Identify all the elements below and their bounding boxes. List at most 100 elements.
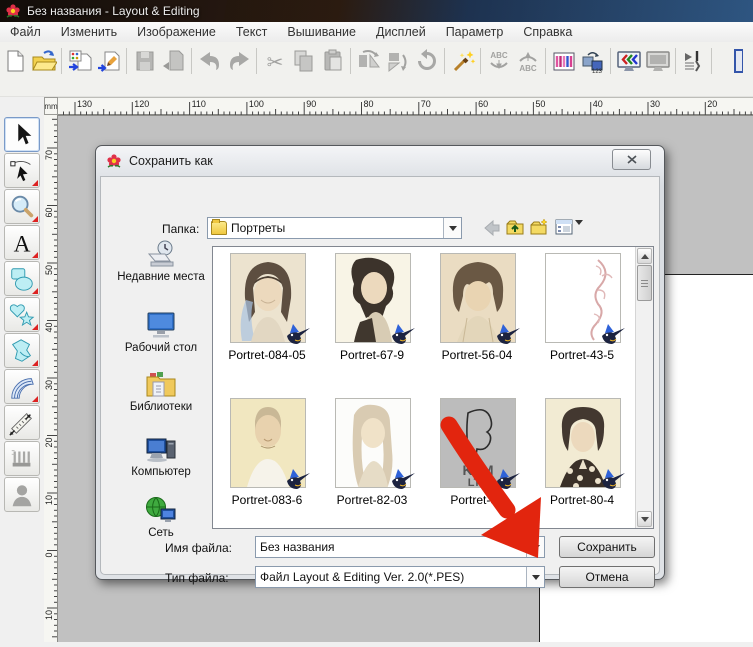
menu-item-вышивание[interactable]: Вышивание xyxy=(277,22,366,42)
import-image-icon[interactable] xyxy=(94,46,123,76)
menu-item-файл[interactable]: Файл xyxy=(0,22,51,42)
svg-text:ABC: ABC xyxy=(519,64,537,73)
file-list-scrollbar[interactable] xyxy=(635,247,653,528)
menu-item-текст[interactable]: Текст xyxy=(226,22,277,42)
toolbar-separator xyxy=(542,46,549,76)
file-thumbnail[interactable] xyxy=(440,253,516,343)
svg-text:60: 60 xyxy=(478,99,488,109)
fan-shape-tool[interactable] xyxy=(4,369,40,404)
embroidery-file-icon xyxy=(285,322,311,346)
up-one-level-icon[interactable] xyxy=(505,217,525,237)
new-folder-icon[interactable] xyxy=(529,217,549,237)
toolbar-separator xyxy=(607,46,614,76)
folder-combobox[interactable]: Портреты xyxy=(207,217,462,239)
basic-shapes-tool[interactable] xyxy=(4,261,40,296)
embroidery-file-icon xyxy=(390,467,416,491)
place-3[interactable]: Библиотеки xyxy=(113,369,209,413)
save-button[interactable]: Сохранить xyxy=(559,536,655,558)
menu-item-изображение[interactable]: Изображение xyxy=(127,22,226,42)
menu-item-изменить[interactable]: Изменить xyxy=(51,22,127,42)
folder-combobox-dropdown[interactable] xyxy=(443,218,461,238)
file-thumbnail[interactable] xyxy=(335,253,411,343)
horizontal-ruler: 1301201101009080706050403020 xyxy=(58,97,753,115)
embroidery-file-icon xyxy=(600,322,626,346)
flyout-indicator xyxy=(32,396,38,402)
realistic-preview-icon[interactable] xyxy=(614,46,643,76)
filetype-dropdown[interactable] xyxy=(526,567,544,587)
svg-text:130: 130 xyxy=(77,99,92,109)
scroll-up-button[interactable] xyxy=(637,248,652,264)
menu-item-справка[interactable]: Справка xyxy=(513,22,582,42)
magic-wand-icon[interactable] xyxy=(448,46,477,76)
toolbar-separator xyxy=(672,46,679,76)
clipped-icon[interactable] xyxy=(715,46,744,76)
file-name-label: Portret-82-03 xyxy=(320,493,424,507)
file-name-label: Portret-67-9 xyxy=(320,348,424,362)
view-menu-icon[interactable] xyxy=(554,217,574,237)
import-design-icon[interactable] xyxy=(65,46,94,76)
measure-tool[interactable] xyxy=(4,405,40,440)
embroidery-file-icon xyxy=(600,467,626,491)
scroll-thumb[interactable] xyxy=(637,265,652,301)
file-thumbnail[interactable]: KEMLTD xyxy=(440,398,516,488)
filename-combobox[interactable]: Без названия xyxy=(255,536,545,558)
place-label: Рабочий стол xyxy=(113,342,209,354)
place-5[interactable]: Сеть xyxy=(113,495,209,539)
svg-text:80: 80 xyxy=(364,99,374,109)
vertical-ruler: 70605040302010010 xyxy=(44,115,58,642)
svg-text:LTD: LTD xyxy=(468,477,489,487)
place-4[interactable]: Компьютер xyxy=(113,434,209,478)
cancel-button[interactable]: Отмена xyxy=(559,566,655,588)
copy-icon xyxy=(289,46,318,76)
menu-item-дисплей[interactable]: Дисплей xyxy=(366,22,436,42)
point-edit-tool[interactable] xyxy=(4,153,40,188)
export-icon xyxy=(159,46,188,76)
svg-text:KEM: KEM xyxy=(462,462,493,478)
dialog-titlebar[interactable]: Сохранить как xyxy=(96,146,664,176)
filename-value: Без названия xyxy=(256,540,526,554)
text-arch-down-icon: ABC xyxy=(484,46,513,76)
file-thumbnail[interactable] xyxy=(230,398,306,488)
text-tool[interactable]: A xyxy=(4,225,40,260)
menu-item-параметр[interactable]: Параметр xyxy=(436,22,514,42)
toolbar-separator xyxy=(347,46,354,76)
embroidery-file-icon xyxy=(495,467,521,491)
flyout-indicator xyxy=(32,360,38,366)
outline-shapes-tool[interactable] xyxy=(4,297,40,332)
app-icon xyxy=(5,3,21,19)
dialog-close-button[interactable] xyxy=(612,149,651,170)
file-list[interactable]: Portret-084-05Portret-67-9Portret-56-04P… xyxy=(212,246,654,529)
sewing-order-icon[interactable]: 123 xyxy=(578,46,607,76)
thread-palette-icon[interactable] xyxy=(549,46,578,76)
screen-preview-icon[interactable] xyxy=(643,46,672,76)
file-thumbnail[interactable] xyxy=(545,398,621,488)
computer-icon xyxy=(144,434,178,464)
manual-punch-tool[interactable] xyxy=(4,333,40,368)
file-thumbnail[interactable] xyxy=(335,398,411,488)
new-document-icon[interactable] xyxy=(0,46,29,76)
open-file-icon[interactable] xyxy=(29,46,58,76)
svg-text:70: 70 xyxy=(421,99,431,109)
place-1[interactable]: Недавние места xyxy=(113,239,209,283)
cut-icon: ✂ xyxy=(260,46,289,76)
select-tool[interactable] xyxy=(4,117,40,152)
filetype-combobox[interactable]: Файл Layout & Editing Ver. 2.0(*.PES) xyxy=(255,566,545,588)
libraries-icon xyxy=(144,369,178,399)
stitch-simulator-icon[interactable] xyxy=(679,46,708,76)
undo-icon xyxy=(195,46,224,76)
recent-places-icon xyxy=(144,239,178,269)
place-2[interactable]: Рабочий стол xyxy=(113,310,209,354)
tool-palette: A xyxy=(0,115,44,642)
embroidery-file-icon xyxy=(390,322,416,346)
scroll-down-button[interactable] xyxy=(637,511,652,527)
stitch-attribute-tool xyxy=(4,441,40,476)
zoom-tool[interactable] xyxy=(4,189,40,224)
file-thumbnail[interactable] xyxy=(230,253,306,343)
place-label: Библиотеки xyxy=(113,401,209,413)
view-menu-arrow-icon[interactable] xyxy=(575,225,583,243)
back-icon[interactable] xyxy=(482,218,502,238)
save-as-dialog: Сохранить как Папка: Портреты Недавние м… xyxy=(95,145,665,580)
file-thumbnail[interactable] xyxy=(545,253,621,343)
filename-dropdown[interactable] xyxy=(526,537,544,557)
svg-text:A: A xyxy=(14,231,31,257)
